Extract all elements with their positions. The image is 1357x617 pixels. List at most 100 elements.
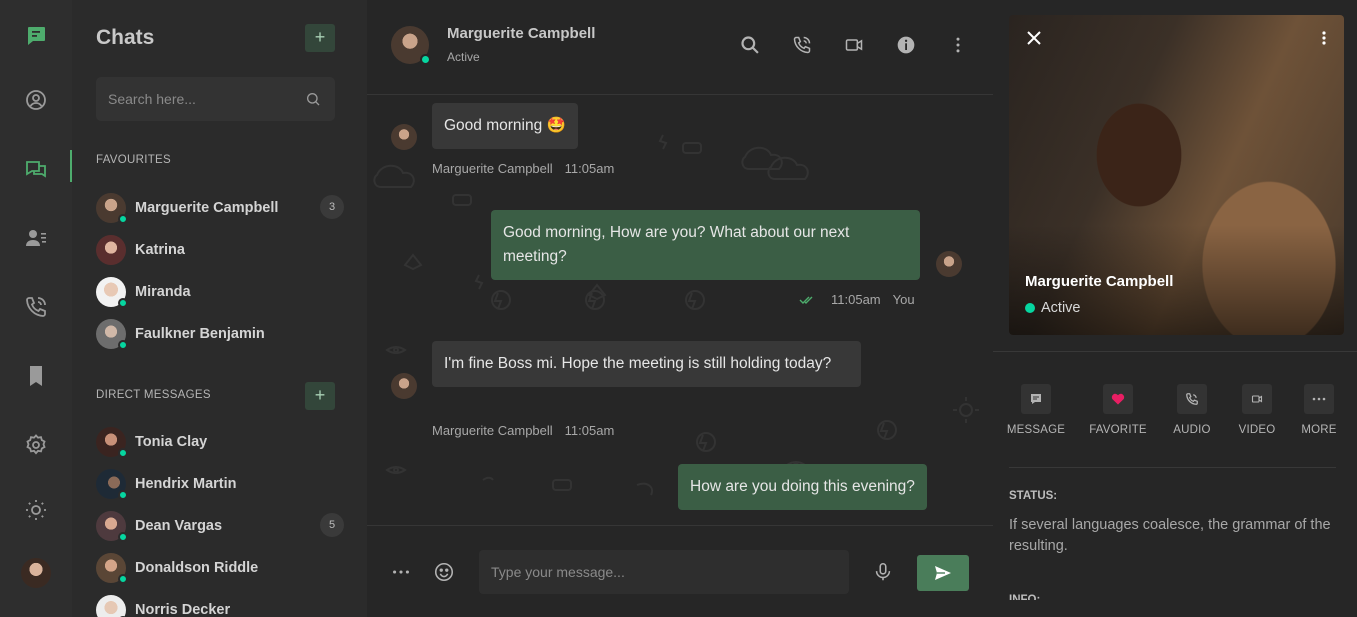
profile-action-more[interactable]: MORE [1284,384,1354,436]
search-messages-button[interactable] [739,34,761,56]
message-bubble-outgoing[interactable]: Good morning, How are you? What about ou… [491,210,920,280]
contact-katrina[interactable]: Katrina [96,233,344,267]
more-horizontal-icon [393,570,409,574]
rail-bookmarks-button[interactable] [0,356,72,396]
app-logo[interactable] [0,16,72,56]
action-label: VIDEO [1238,424,1276,436]
background-doodle-pattern [373,134,979,496]
close-icon[interactable] [1027,31,1041,45]
rail-contacts-button[interactable] [0,218,72,258]
video-icon [1242,384,1272,414]
avatar [96,553,128,584]
video-icon [845,39,863,51]
online-indicator [118,298,128,308]
more-horizontal-icon [1304,384,1334,414]
rail-theme-button[interactable] [0,490,72,530]
contact-name: Katrina [135,242,185,258]
sender-avatar[interactable] [391,124,417,150]
video-call-button[interactable] [843,34,865,56]
message-bubble-incoming[interactable]: I'm fine Boss mi. Hope the meeting is st… [432,341,861,387]
online-indicator [118,490,128,500]
contact-cover-photo: Marguerite Campbell Active [1009,15,1344,335]
own-avatar[interactable] [936,251,962,277]
online-indicator [420,54,431,65]
rail-settings-button[interactable] [0,425,72,465]
search-input[interactable] [96,77,296,121]
contact-donaldson-riddle[interactable]: Donaldson Riddle [96,551,344,585]
message-list: Good morning 🤩 Marguerite Campbell 11:05a… [367,95,993,525]
profile-status-text: Active [1041,300,1081,316]
contact-name: Marguerite Campbell [135,200,279,216]
profile-action-favorite[interactable]: FAVORITE [1083,384,1153,436]
rail-chats-button[interactable] [0,150,72,190]
new-direct-message-button[interactable]: + [305,382,335,410]
online-indicator [118,448,128,458]
composer-more-button[interactable] [390,561,412,583]
contact-name: Donaldson Riddle [135,560,259,576]
message-meta: 11:05am You [799,292,915,307]
chat-list-panel: Chats + FAVOURITES Marguerite Campbell 3… [72,0,367,617]
microphone-icon [875,562,891,581]
rail-profile-button[interactable] [0,80,72,120]
search-icon[interactable] [305,91,321,107]
more-vertical-icon[interactable] [1322,31,1326,45]
profile-action-video[interactable]: VIDEO [1222,384,1292,436]
contact-name: Dean Vargas [135,518,223,534]
avatar [96,511,128,542]
bookmark-icon [30,366,42,386]
contact-name: Norris Decker [135,602,231,617]
conversation-more-button[interactable] [947,34,969,56]
message-time: 11:05am [831,292,881,307]
info-icon [897,36,915,54]
contact-name[interactable]: Marguerite Campbell [447,25,595,42]
sender-avatar[interactable] [391,373,417,399]
conversation-panel: Marguerite Campbell Active Good morning … [367,0,993,617]
contact-miranda[interactable]: Miranda [96,275,344,309]
chat-logo-icon [28,27,45,45]
contact-name: Tonia Clay [135,434,208,450]
action-label: MESSAGE [1006,424,1066,436]
avatar [96,235,126,265]
message-time: 11:05am [564,161,615,176]
contact-tonia-clay[interactable]: Tonia Clay [96,425,344,459]
voice-call-button[interactable] [791,34,813,56]
contact-profile-panel: Marguerite Campbell Active MESSAGE FAVOR… [993,0,1357,617]
status-text: If several languages coalesce, the gramm… [1009,517,1331,554]
current-user-avatar[interactable] [21,558,51,588]
send-icon [935,566,951,580]
chats-icon [26,161,46,178]
new-chat-button[interactable]: + [305,24,335,52]
online-indicator [118,574,128,584]
divider [993,351,1357,352]
contact-dean-vargas[interactable]: Dean Vargas 5 [96,509,344,543]
message-input[interactable] [479,550,849,594]
avatar [96,319,128,350]
message-bubble-incoming[interactable]: Good morning 🤩 [432,103,578,149]
contacts-icon [26,230,46,246]
emoji-picker-button[interactable] [433,561,455,583]
message-composer [367,525,993,617]
profile-action-audio[interactable]: AUDIO [1157,384,1227,436]
profile-action-message[interactable]: MESSAGE [1001,384,1071,436]
contact-name: Faulkner Benjamin [135,326,265,342]
double-check-icon [799,296,813,304]
contact-marguerite-campbell[interactable]: Marguerite Campbell 3 [96,191,344,225]
smile-icon [434,562,454,582]
contact-avatar[interactable] [391,26,431,65]
contact-norris-decker[interactable]: Norris Decker [96,593,344,617]
contact-faulkner-benjamin[interactable]: Faulkner Benjamin [96,317,344,351]
message-bubble-outgoing[interactable]: How are you doing this evening? [678,464,927,510]
avatar [96,277,128,308]
online-indicator [1025,303,1035,313]
message-icon [1021,384,1051,414]
contact-info-button[interactable] [895,34,917,56]
status-heading: STATUS: [1009,490,1058,502]
phone-call-icon [26,297,46,317]
voice-record-button[interactable] [872,561,894,583]
rail-calls-button[interactable] [0,287,72,327]
user-circle-icon [26,90,46,110]
contact-name: Hendrix Martin [135,476,237,492]
conversation-header: Marguerite Campbell Active [367,0,993,95]
contact-hendrix-martin[interactable]: Hendrix Martin [96,467,344,501]
send-button[interactable] [917,555,969,591]
